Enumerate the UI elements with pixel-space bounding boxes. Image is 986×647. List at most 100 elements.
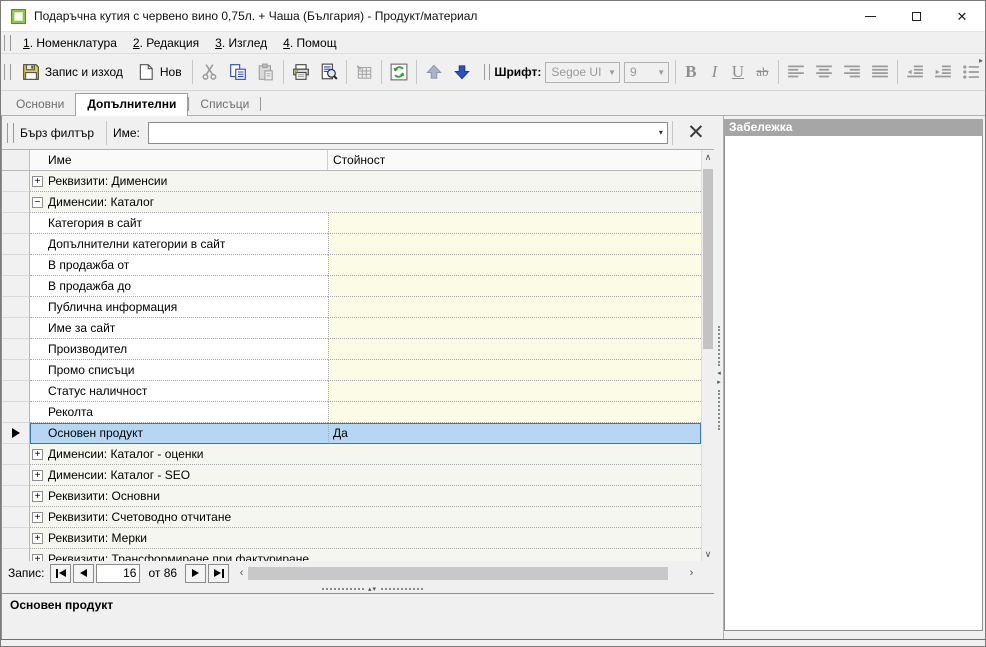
row-selector[interactable] bbox=[2, 444, 30, 465]
table-row[interactable]: Промо списъци bbox=[2, 360, 714, 381]
row-name-cell[interactable]: Име за сайт bbox=[30, 318, 328, 339]
collapse-icon[interactable]: − bbox=[32, 197, 43, 208]
table-row[interactable]: Статус наличност bbox=[2, 381, 714, 402]
horizontal-scroll-thumb[interactable] bbox=[248, 567, 667, 580]
row-value-cell[interactable] bbox=[328, 339, 701, 360]
row-value-cell[interactable] bbox=[328, 360, 701, 381]
toolbar-grip[interactable] bbox=[484, 64, 491, 80]
row-name-cell[interactable]: Категория в сайт bbox=[30, 213, 328, 234]
row-selector[interactable] bbox=[2, 360, 30, 381]
row-value-cell[interactable] bbox=[328, 297, 701, 318]
table-row[interactable]: Допълнителни категории в сайт bbox=[2, 234, 714, 255]
row-value-cell[interactable] bbox=[328, 318, 701, 339]
row-selector[interactable] bbox=[2, 423, 30, 444]
row-name-cell[interactable]: Публична информация bbox=[30, 297, 328, 318]
font-family-select[interactable]: Segoe UI ▼ bbox=[545, 62, 620, 83]
table-row[interactable]: Реколта bbox=[2, 402, 714, 423]
row-selector[interactable] bbox=[2, 381, 30, 402]
row-value-cell[interactable]: Да bbox=[328, 423, 701, 444]
row-name-cell[interactable]: −Дименсии: Каталог bbox=[30, 192, 701, 213]
vertical-scroll-thumb[interactable] bbox=[703, 169, 713, 349]
vertical-scroll-track[interactable] bbox=[702, 164, 714, 547]
row-name-cell[interactable]: Допълнителни категории в сайт bbox=[30, 234, 328, 255]
row-selector[interactable] bbox=[2, 465, 30, 486]
table-row[interactable]: +Дименсии: Каталог - оценки bbox=[2, 444, 714, 465]
row-name-cell[interactable]: В продажба от bbox=[30, 255, 328, 276]
row-name-cell[interactable]: +Реквизити: Трансформиране при фактурира… bbox=[30, 549, 701, 561]
expand-icon[interactable]: + bbox=[32, 512, 43, 523]
table-row[interactable]: +Реквизити: Трансформиране при фактурира… bbox=[2, 549, 714, 561]
expand-icon[interactable]: + bbox=[32, 176, 43, 187]
menu-help[interactable]: 4. Помощ bbox=[275, 34, 344, 52]
row-value-cell[interactable] bbox=[328, 234, 701, 255]
row-name-cell[interactable]: В продажба до bbox=[30, 276, 328, 297]
row-value-cell[interactable] bbox=[328, 255, 701, 276]
align-justify-button[interactable] bbox=[866, 59, 894, 85]
row-selector[interactable] bbox=[2, 255, 30, 276]
row-selector[interactable] bbox=[2, 528, 30, 549]
row-name-cell[interactable]: Статус наличност bbox=[30, 381, 328, 402]
table-row[interactable]: +Дименсии: Каталог - SEO bbox=[2, 465, 714, 486]
expand-icon[interactable]: + bbox=[32, 554, 43, 562]
align-left-button[interactable] bbox=[782, 59, 810, 85]
scroll-up-icon[interactable]: ∧ bbox=[702, 150, 714, 164]
tab-osnovni[interactable]: Основни bbox=[5, 94, 75, 115]
row-name-cell[interactable]: Производител bbox=[30, 339, 328, 360]
scroll-right-icon[interactable]: › bbox=[685, 567, 698, 579]
row-selector[interactable] bbox=[2, 297, 30, 318]
row-name-cell[interactable]: Реколта bbox=[30, 402, 328, 423]
table-row[interactable]: Име за сайт bbox=[2, 318, 714, 339]
table-row[interactable]: Публична информация bbox=[2, 297, 714, 318]
table-row[interactable]: +Реквизити: Мерки bbox=[2, 528, 714, 549]
bold-button[interactable]: B bbox=[679, 62, 702, 82]
column-header-name[interactable]: Име bbox=[30, 150, 328, 170]
row-name-cell[interactable]: +Реквизити: Дименсии bbox=[30, 171, 701, 192]
table-row[interactable]: −Дименсии: Каталог bbox=[2, 192, 714, 213]
table-row[interactable]: В продажба до bbox=[2, 276, 714, 297]
expand-icon[interactable]: + bbox=[32, 533, 43, 544]
vertical-splitter[interactable]: ◂▸ bbox=[714, 116, 723, 639]
refresh-button[interactable] bbox=[385, 59, 413, 85]
filterbar-grip[interactable] bbox=[7, 123, 14, 143]
row-selector[interactable] bbox=[2, 402, 30, 423]
move-down-button[interactable] bbox=[448, 59, 476, 85]
row-name-cell[interactable]: Основен продукт bbox=[30, 423, 328, 444]
expand-icon[interactable]: + bbox=[32, 449, 43, 460]
next-record-button[interactable] bbox=[185, 564, 206, 583]
table-row[interactable]: Основен продуктДа bbox=[2, 423, 714, 444]
expand-icon[interactable]: + bbox=[32, 470, 43, 481]
window-resize-edge[interactable] bbox=[1, 639, 985, 646]
copy-button[interactable] bbox=[224, 59, 252, 85]
tab-dopalnitelni[interactable]: Допълнителни bbox=[75, 93, 188, 116]
row-name-cell[interactable]: Промо списъци bbox=[30, 360, 328, 381]
row-selector[interactable] bbox=[2, 234, 30, 255]
row-name-cell[interactable]: +Дименсии: Каталог - SEO bbox=[30, 465, 701, 486]
clear-filter-button[interactable]: ✕ bbox=[679, 119, 713, 147]
column-header-value[interactable]: Стойност bbox=[328, 150, 701, 170]
row-selector[interactable] bbox=[2, 276, 30, 297]
underline-button[interactable]: U bbox=[726, 62, 749, 82]
row-value-cell[interactable] bbox=[328, 381, 701, 402]
table-row[interactable]: Категория в сайт bbox=[2, 213, 714, 234]
record-position-input[interactable] bbox=[96, 564, 140, 583]
quick-filter-label[interactable]: Бърз филтър bbox=[18, 126, 102, 140]
first-record-button[interactable] bbox=[50, 564, 71, 583]
row-selector[interactable] bbox=[2, 171, 30, 192]
previous-record-button[interactable] bbox=[73, 564, 94, 583]
row-value-cell[interactable] bbox=[328, 213, 701, 234]
chevron-down-icon[interactable]: ▾ bbox=[659, 128, 663, 137]
scroll-left-icon[interactable]: ‹ bbox=[235, 567, 248, 579]
row-value-cell[interactable] bbox=[328, 276, 701, 297]
minimize-button[interactable] bbox=[847, 1, 893, 31]
row-selector[interactable] bbox=[2, 339, 30, 360]
print-button[interactable] bbox=[287, 59, 315, 85]
name-filter-input[interactable] bbox=[153, 126, 659, 140]
row-selector[interactable] bbox=[2, 318, 30, 339]
calculations-button[interactable] bbox=[350, 59, 378, 85]
menu-nomenclature[interactable]: 1. Номенклатура bbox=[15, 34, 125, 52]
row-name-cell[interactable]: +Дименсии: Каталог - оценки bbox=[30, 444, 701, 465]
row-selector[interactable] bbox=[2, 213, 30, 234]
horizontal-scroll-track[interactable] bbox=[248, 566, 685, 581]
menubar-grip[interactable] bbox=[4, 35, 11, 51]
row-selector[interactable] bbox=[2, 486, 30, 507]
